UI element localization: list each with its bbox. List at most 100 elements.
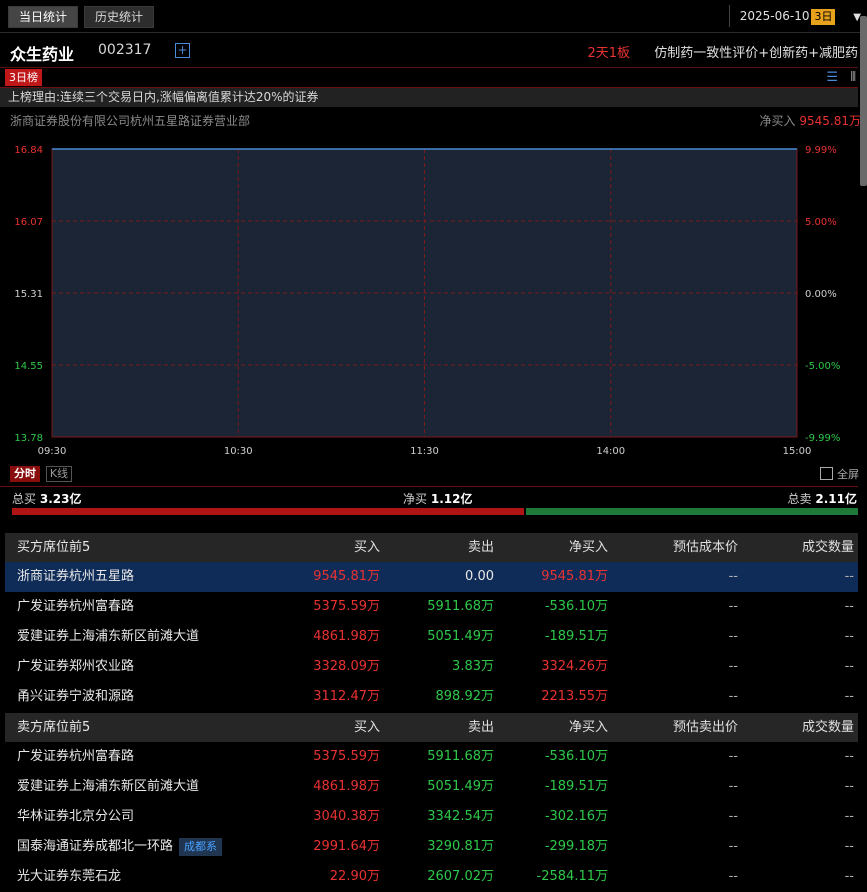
total-buy: 总买 3.23亿 xyxy=(12,492,82,506)
tab-intraday[interactable]: 分时 xyxy=(10,466,40,482)
buy-amount: 3112.47万 xyxy=(313,689,380,704)
broker-name: 爱建证券上海浦东新区前滩大道 xyxy=(17,629,200,644)
buy-ratio-bar xyxy=(12,508,524,515)
column-header[interactable]: 买入 xyxy=(354,533,380,562)
divider xyxy=(0,486,858,487)
sell-amount: 5051.49万 xyxy=(427,779,494,794)
column-header[interactable]: 成交数量 xyxy=(802,713,854,742)
broker-name: 广发证券杭州富春路 xyxy=(17,749,135,764)
y-tick-left: 16.84 xyxy=(14,145,43,156)
tab-today-stats[interactable]: 当日统计 xyxy=(8,6,79,28)
buy-amount: 3328.09万 xyxy=(313,659,380,674)
est-price: -- xyxy=(728,629,738,644)
column-header[interactable]: 净买入 xyxy=(569,713,608,742)
total-sell: 总卖 2.11亿 xyxy=(787,492,857,506)
scrollbar[interactable] xyxy=(860,16,867,186)
y-tick-left: 14.55 xyxy=(14,361,43,372)
fullscreen-icon xyxy=(820,467,833,480)
est-price: -- xyxy=(728,659,738,674)
table-row[interactable]: 光大证券东莞石龙 22.90万 2607.02万 -2584.11万 -- -- xyxy=(5,862,858,892)
y-tick-left: 15.31 xyxy=(14,289,43,300)
column-header[interactable]: 预估卖出价 xyxy=(673,713,738,742)
x-tick: 15:00 xyxy=(783,446,812,457)
volume: -- xyxy=(844,809,854,824)
est-price: -- xyxy=(728,809,738,824)
broker-name: 广发证券杭州富春路 xyxy=(17,599,135,614)
buy-amount: 5375.59万 xyxy=(313,599,380,614)
buy-amount: 9545.81万 xyxy=(313,569,380,584)
broker-group-tag[interactable]: 成都系 xyxy=(179,838,223,856)
column-header[interactable]: 成交数量 xyxy=(802,533,854,562)
table-row[interactable]: 浙商证券杭州五星路 9545.81万 0.00 9545.81万 -- -- xyxy=(5,562,858,592)
buy-amount: 3040.38万 xyxy=(313,809,380,824)
fullscreen-label: 全屏 xyxy=(837,468,859,481)
period-badge: 3日 xyxy=(811,9,836,25)
est-price: -- xyxy=(728,689,738,704)
selected-net-buy: 净买入 9545.81万 xyxy=(760,112,861,129)
add-watchlist-icon[interactable]: + xyxy=(175,43,190,58)
chart-svg: 16.84 9.99% 16.07 5.00% 15.31 0.00% 14.55 -5.00… xyxy=(14,145,840,457)
intraday-chart[interactable]: 16.84 9.99% 16.07 5.00% 15.31 0.00% 14.55 -5.00… xyxy=(0,134,858,464)
date-selector[interactable]: 2025-06-10 3日 ▼ xyxy=(728,5,861,27)
column-header[interactable]: 买方席位前5 xyxy=(17,533,90,562)
volume: -- xyxy=(844,779,854,794)
board-count: 2天1板 xyxy=(587,46,630,61)
sell-amount: 3342.54万 xyxy=(427,809,494,824)
est-price: -- xyxy=(728,839,738,854)
tab-history-stats[interactable]: 历史统计 xyxy=(84,6,155,28)
column-header[interactable]: 买入 xyxy=(354,713,380,742)
y-tick-right: 0.00% xyxy=(805,289,837,300)
y-tick-left: 13.78 xyxy=(14,433,43,444)
column-header[interactable]: 卖出 xyxy=(468,713,494,742)
buy-amount: 4861.98万 xyxy=(313,629,380,644)
volume: -- xyxy=(844,839,854,854)
stock-header: 众生药业 002317 + 2天1板 仿制药一致性评价+创新药+减肥药 xyxy=(0,33,858,68)
sell-amount: 898.92万 xyxy=(435,689,495,704)
volume: -- xyxy=(844,749,854,764)
net-amount: -299.18万 xyxy=(544,839,608,854)
table-row[interactable]: 甬兴证券宁波和源路 3112.47万 898.92万 2213.55万 -- -- xyxy=(5,682,858,712)
listing-reason: 上榜理由:连续三个交易日内,涨幅偏离值累计达20%的证券 xyxy=(0,88,858,107)
x-tick: 09:30 xyxy=(38,446,67,457)
sell-ratio-bar xyxy=(526,508,858,515)
concept-tags: 仿制药一致性评价+创新药+减肥药 xyxy=(654,46,858,61)
selected-broker: 浙商证券股份有限公司杭州五星路证券营业部 xyxy=(10,114,251,128)
table-row[interactable]: 广发证券郑州农业路 3328.09万 3.83万 3324.26万 -- -- xyxy=(5,652,858,682)
volume: -- xyxy=(844,869,854,884)
table-header: 卖方席位前5 买入 卖出 净买入 预估卖出价 成交数量 xyxy=(5,713,858,742)
table-row[interactable]: 广发证券杭州富春路 5375.59万 5911.68万 -536.10万 -- -- xyxy=(5,742,858,772)
table-row[interactable]: 广发证券杭州富春路 5375.59万 5911.68万 -536.10万 -- -- xyxy=(5,592,858,622)
table-row[interactable]: 爱建证券上海浦东新区前滩大道 4861.98万 5051.49万 -189.51万 --… xyxy=(5,772,858,802)
net-amount: -189.51万 xyxy=(544,629,608,644)
top-bar: 当日统计 历史统计 2025-06-10 3日 ▼ xyxy=(0,0,867,33)
buy-amount: 22.90万 xyxy=(329,869,380,884)
column-header[interactable]: 卖出 xyxy=(468,533,494,562)
volume: -- xyxy=(844,689,854,704)
column-header[interactable]: 净买入 xyxy=(569,533,608,562)
volume: -- xyxy=(844,599,854,614)
table-row[interactable]: 国泰海通证券成都北一环路 成都系 2991.64万 3290.81万 -299.18万 -… xyxy=(5,832,858,862)
broker-name: 广发证券郑州农业路 xyxy=(17,659,135,674)
est-price: -- xyxy=(728,749,738,764)
x-tick: 11:30 xyxy=(410,446,439,457)
net-amount: 9545.81万 xyxy=(541,569,608,584)
total-net: 净买 1.12亿 xyxy=(403,492,473,506)
tab-kline[interactable]: K线 xyxy=(45,466,73,482)
sell-seats-table: 卖方席位前5 买入 卖出 净买入 预估卖出价 成交数量 广发证券杭州富春路 5375.59万 5… xyxy=(5,713,858,892)
y-tick-left: 16.07 xyxy=(14,217,43,228)
table-row[interactable]: 爱建证券上海浦东新区前滩大道 4861.98万 5051.49万 -189.51万 --… xyxy=(5,622,858,652)
column-header[interactable]: 预估成本价 xyxy=(673,533,738,562)
rank-tag[interactable]: 3日榜 xyxy=(5,69,42,86)
bar-chart-icon[interactable]: ⫴ xyxy=(851,70,856,85)
volume: -- xyxy=(844,629,854,644)
table-row[interactable]: 华林证券北京分公司 3040.38万 3342.54万 -302.16万 -- -- xyxy=(5,802,858,832)
x-tick: 10:30 xyxy=(224,446,253,457)
sell-amount: 0.00 xyxy=(465,569,494,584)
list-view-icon[interactable]: ☰ xyxy=(826,70,838,85)
sell-amount: 5051.49万 xyxy=(427,629,494,644)
sell-amount: 3290.81万 xyxy=(427,839,494,854)
column-header[interactable]: 卖方席位前5 xyxy=(17,713,90,742)
y-tick-right: 5.00% xyxy=(805,217,837,228)
x-tick: 14:00 xyxy=(596,446,625,457)
fullscreen-button[interactable]: 全屏 xyxy=(820,466,859,482)
